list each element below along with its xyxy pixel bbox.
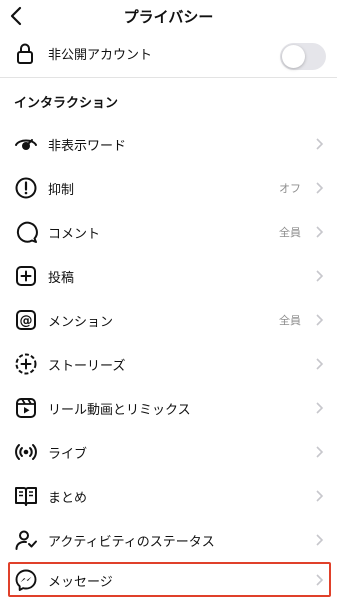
list-item-label: 非表示ワード <box>48 139 127 154</box>
story-plus-icon <box>15 353 37 375</box>
header: プライバシー <box>0 0 337 32</box>
eye-slash-icon <box>15 139 37 150</box>
list-item-label: ストーリーズ <box>48 359 126 374</box>
section-title: インタラクション <box>14 96 119 111</box>
chevron-right-icon <box>316 446 324 458</box>
list-item-restrict[interactable]: 抑制 オフ <box>0 166 337 210</box>
guides-icon <box>15 487 37 506</box>
list-item-label: ライブ <box>48 447 88 462</box>
chevron-right-icon <box>316 490 324 502</box>
at-icon: @ <box>16 310 36 330</box>
chevron-right-icon <box>316 226 324 238</box>
lock-icon <box>17 43 33 64</box>
list-item-stories[interactable]: ストーリーズ <box>0 342 337 386</box>
plus-square-icon <box>16 266 36 286</box>
alert-circle-icon <box>15 177 37 199</box>
list-item-posts[interactable]: 投稿 <box>0 254 337 298</box>
divider <box>0 77 337 78</box>
list-item-label: まとめ <box>48 491 88 506</box>
chevron-right-icon <box>316 138 324 150</box>
chevron-right-icon <box>316 402 324 414</box>
chevron-right-icon <box>316 358 324 370</box>
list-item-label: メンション <box>48 315 114 330</box>
list-item-hidden-words[interactable]: 非表示ワード <box>0 122 337 166</box>
chevron-right-icon <box>316 534 324 546</box>
private-account-row: 非公開アカウント <box>0 32 337 76</box>
list-item-label: アクティビティのステータス <box>48 535 215 550</box>
list-item-label: 抑制 <box>48 183 75 198</box>
private-account-toggle[interactable] <box>280 43 326 70</box>
list-item-label: コメント <box>48 227 101 242</box>
live-icon <box>15 444 37 460</box>
toggle-knob <box>282 45 305 68</box>
comment-icon <box>16 221 38 243</box>
page-title: プライバシー <box>123 8 214 26</box>
list-item-mentions[interactable]: @ メンション 全員 <box>0 298 337 342</box>
list-item-value: 全員 <box>279 314 301 327</box>
highlight-box <box>8 562 331 597</box>
list-item-live[interactable]: ライブ <box>0 430 337 474</box>
chevron-right-icon <box>316 270 324 282</box>
list-item-comments[interactable]: コメント 全員 <box>0 210 337 254</box>
chevron-right-icon <box>316 182 324 194</box>
chevron-right-icon <box>316 314 324 326</box>
list-item-value: 全員 <box>279 226 301 239</box>
activity-status-icon <box>15 530 37 550</box>
private-account-label: 非公開アカウント <box>48 48 153 63</box>
list-item-guides[interactable]: まとめ <box>0 474 337 518</box>
list-item-activity-status[interactable]: アクティビティのステータス <box>0 518 337 562</box>
list-item-value: オフ <box>279 182 301 195</box>
reels-icon <box>16 398 36 418</box>
list-item-label: リール動画とリミックス <box>48 403 191 418</box>
list-item-reels[interactable]: リール動画とリミックス <box>0 386 337 430</box>
svg-text:@: @ <box>20 314 33 329</box>
list-item-label: 投稿 <box>48 271 75 286</box>
